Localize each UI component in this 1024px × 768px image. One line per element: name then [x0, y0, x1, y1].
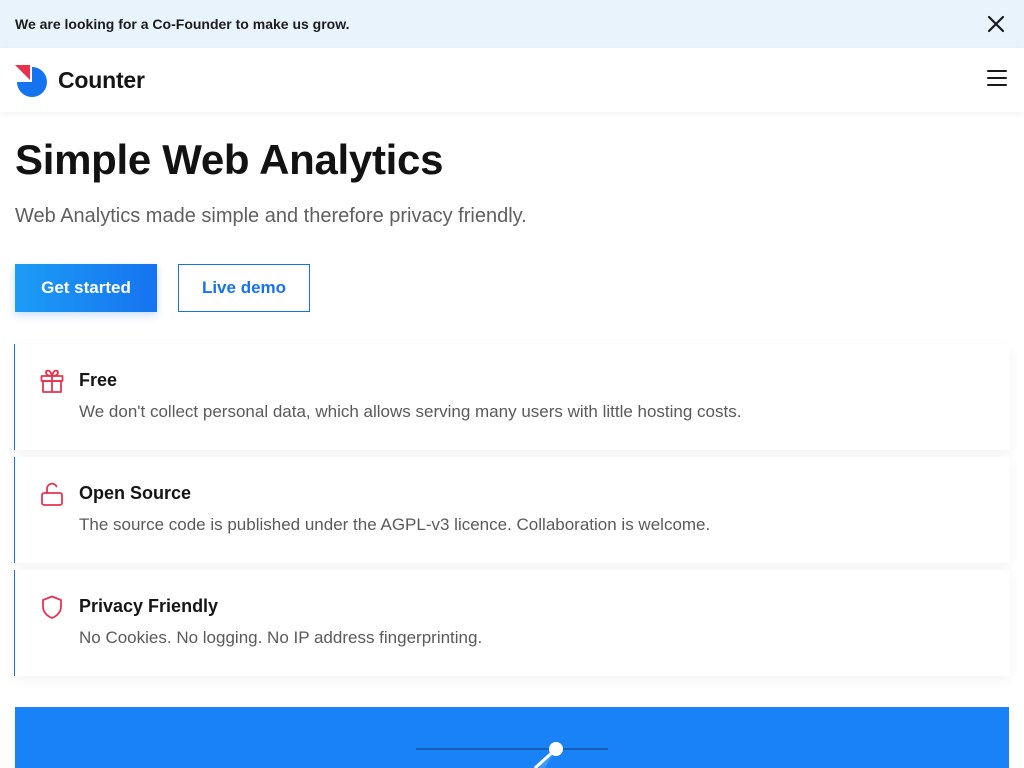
- feature-card-free: Free We don't collect personal data, whi…: [14, 344, 1010, 450]
- feature-description: No Cookies. No logging. No IP address fi…: [79, 628, 483, 647]
- unlock-icon: [41, 482, 63, 506]
- gift-icon: [40, 369, 64, 393]
- feature-description: The source code is published under the A…: [79, 515, 711, 534]
- feature-title: Free: [79, 370, 118, 390]
- shield-icon: [42, 595, 62, 619]
- illustration-section: [15, 707, 1009, 768]
- chart-illustration: [416, 742, 608, 768]
- feature-title: Privacy Friendly: [79, 596, 219, 616]
- close-icon[interactable]: [986, 14, 1006, 34]
- site-header: Counter: [0, 48, 1024, 112]
- page-title: Simple Web Analytics: [15, 136, 444, 183]
- logo-icon: [15, 65, 47, 97]
- announcement-text: We are looking for a Co-Founder to make …: [15, 16, 350, 32]
- live-demo-button[interactable]: Live demo: [178, 264, 310, 312]
- logo[interactable]: Counter: [15, 63, 145, 97]
- hamburger-menu-icon[interactable]: [987, 70, 1007, 88]
- feature-card-privacy-friendly: Privacy Friendly No Cookies. No logging.…: [14, 570, 1010, 676]
- announcement-banner: We are looking for a Co-Founder to make …: [0, 0, 1024, 48]
- get-started-button[interactable]: Get started: [15, 264, 157, 312]
- hero-subtitle: Web Analytics made simple and therefore …: [15, 205, 527, 227]
- feature-title: Open Source: [79, 483, 192, 503]
- logo-text: Counter: [58, 66, 145, 93]
- feature-description: We don't collect personal data, which al…: [79, 402, 742, 421]
- feature-card-open-source: Open Source The source code is published…: [14, 457, 1010, 563]
